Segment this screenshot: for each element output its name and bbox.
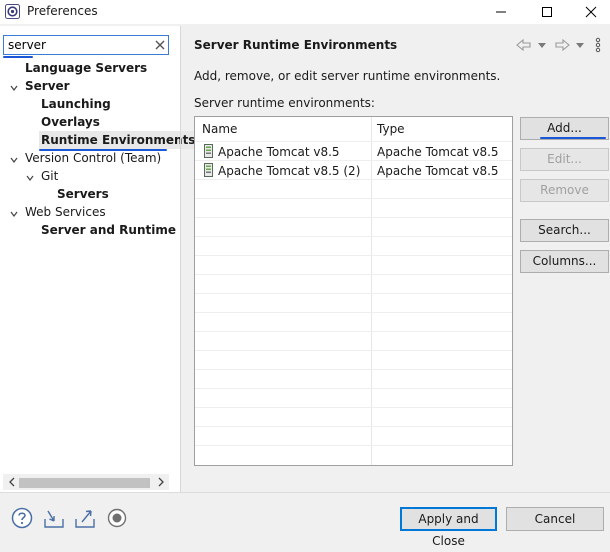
- header-line: [195, 141, 512, 142]
- table-cell-type[interactable]: Apache Tomcat v8.5: [377, 145, 499, 159]
- remove-button[interactable]: Remove: [520, 179, 609, 202]
- edit-button[interactable]: Edit...: [520, 148, 609, 171]
- row-line: [195, 293, 512, 294]
- tree-item-git[interactable]: Git: [41, 167, 58, 185]
- close-window-button[interactable]: [578, 2, 604, 22]
- minimize-button[interactable]: [488, 2, 514, 22]
- scroll-right-icon[interactable]: [155, 476, 167, 488]
- export-icon[interactable]: [74, 507, 96, 529]
- scrollbar-thumb[interactable]: [19, 478, 150, 488]
- record-icon[interactable]: [106, 507, 128, 529]
- tree-item-overlays[interactable]: Overlays: [41, 113, 100, 131]
- view-menu-icon[interactable]: [593, 37, 603, 53]
- filter-input[interactable]: [3, 35, 169, 55]
- clear-filter-icon[interactable]: [153, 37, 167, 53]
- row-line: [195, 312, 512, 313]
- minimize-icon: [496, 11, 506, 13]
- search-button[interactable]: Search...: [520, 219, 609, 242]
- columns-button[interactable]: Columns...: [520, 250, 609, 273]
- row-line: [195, 160, 512, 161]
- column-header-type[interactable]: Type: [377, 122, 405, 136]
- row-line: [195, 426, 512, 427]
- row-line: [195, 236, 512, 237]
- column-separator[interactable]: [371, 117, 372, 465]
- tree-item-language-servers[interactable]: Language Servers: [25, 59, 147, 77]
- table-cell-name[interactable]: Apache Tomcat v8.5 (2): [218, 164, 360, 178]
- tree-item-servers[interactable]: Servers: [57, 185, 109, 203]
- eclipse-app-icon: [5, 4, 20, 19]
- column-header-name[interactable]: Name: [202, 122, 237, 136]
- tree-item-launching[interactable]: Launching: [41, 95, 111, 113]
- back-dropdown-icon[interactable]: [537, 37, 547, 53]
- runtime-environments-table[interactable]: Name Type Apache Tomcat v8.5 Apache Tomc…: [194, 116, 513, 466]
- row-line: [195, 274, 512, 275]
- close-icon: [585, 6, 597, 18]
- scroll-left-icon[interactable]: [6, 476, 18, 488]
- expand-server-icon[interactable]: [9, 83, 19, 93]
- add-focus-underline: [540, 137, 606, 139]
- runtime-list-label: Server runtime environments:: [194, 96, 375, 110]
- tree-item-web-services[interactable]: Web Services: [25, 203, 106, 221]
- page-description: Add, remove, or edit server runtime envi…: [194, 69, 501, 83]
- import-icon[interactable]: [43, 507, 65, 529]
- apply-and-close-button[interactable]: Apply and Close: [400, 507, 497, 548]
- forward-arrow-icon[interactable]: [553, 37, 571, 53]
- help-icon[interactable]: [11, 507, 33, 529]
- window-title: Preferences: [27, 4, 98, 18]
- title-bar: Preferences: [0, 0, 610, 24]
- filter-focus-underline: [3, 56, 33, 58]
- table-cell-name[interactable]: Apache Tomcat v8.5: [218, 145, 340, 159]
- row-line: [195, 407, 512, 408]
- tree-item-version-control[interactable]: Version Control (Team): [25, 149, 161, 167]
- tree-item-server[interactable]: Server: [25, 77, 70, 95]
- row-line: [195, 217, 512, 218]
- row-line: [195, 369, 512, 370]
- expand-git-icon[interactable]: [25, 173, 35, 183]
- footer-separator: [0, 492, 610, 493]
- row-line: [195, 198, 512, 199]
- row-line: [195, 179, 512, 180]
- row-line: [195, 331, 512, 332]
- forward-dropdown-icon[interactable]: [575, 37, 585, 53]
- tree-item-server-and-runtime[interactable]: Server and Runtime: [41, 221, 176, 239]
- maximize-button[interactable]: [534, 2, 560, 22]
- row-line: [195, 388, 512, 389]
- expand-version-control-icon[interactable]: [9, 155, 19, 165]
- page-title: Server Runtime Environments: [194, 38, 398, 52]
- server-runtime-icon: [204, 144, 213, 158]
- pane-divider[interactable]: [180, 26, 181, 492]
- row-line: [195, 445, 512, 446]
- server-runtime-icon: [204, 163, 213, 177]
- row-line: [195, 350, 512, 351]
- table-cell-type[interactable]: Apache Tomcat v8.5: [377, 164, 499, 178]
- tree-item-runtime-environments[interactable]: Runtime Environments: [39, 131, 198, 149]
- back-arrow-icon[interactable]: [515, 37, 533, 53]
- maximize-icon: [542, 7, 552, 17]
- cancel-button[interactable]: Cancel: [506, 507, 604, 531]
- expand-web-services-icon[interactable]: [9, 209, 19, 219]
- row-line: [195, 255, 512, 256]
